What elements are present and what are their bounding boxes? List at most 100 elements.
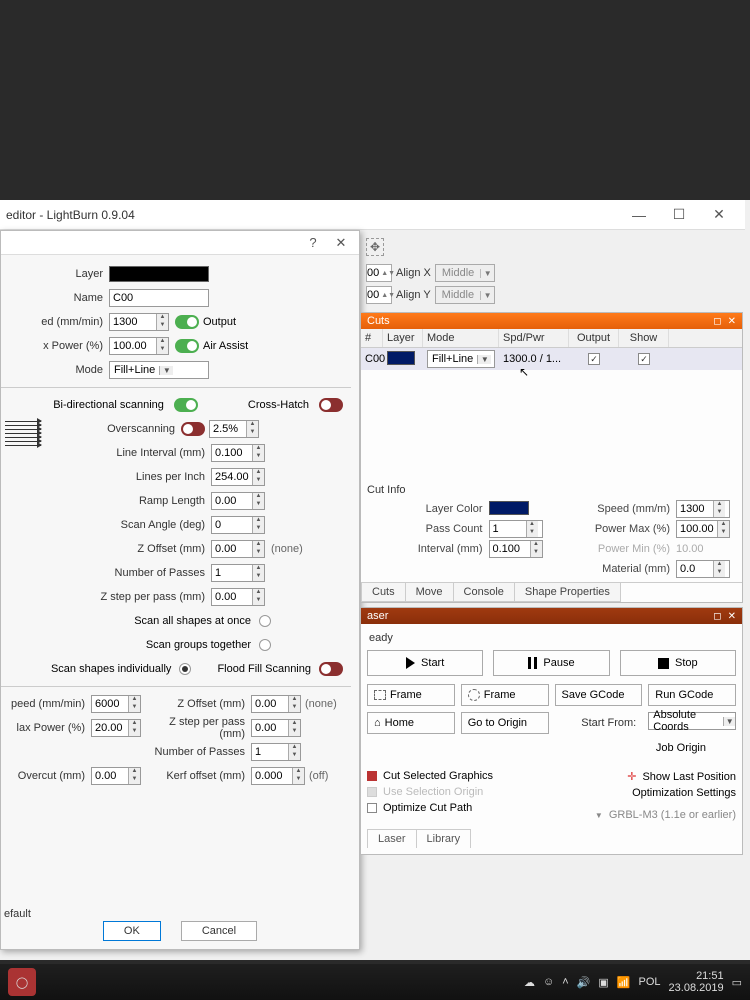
job-origin-button[interactable]: Job Origin <box>656 742 706 754</box>
maximize-button[interactable]: ☐ <box>659 206 699 223</box>
ci-interval-input[interactable]: ▲▼ <box>489 540 543 558</box>
lpi-input[interactable]: ▲▼ <box>211 468 265 486</box>
tray-notifications-icon[interactable]: ▭ <box>732 976 742 989</box>
ramp-label: Ramp Length <box>1 495 211 507</box>
overcut-input[interactable]: ▲▼ <box>91 767 141 785</box>
lpi-label: Lines per Inch <box>1 471 211 483</box>
tab-shape-properties[interactable]: Shape Properties <box>514 583 621 602</box>
ci-pmax-input[interactable]: ▲▼ <box>676 520 730 538</box>
frame-circle-button[interactable]: Frame <box>461 684 549 706</box>
ci-pass-input[interactable]: ▲▼ <box>489 520 543 538</box>
cuts-panel-header: Cuts ◻ ✕ <box>361 313 742 329</box>
dialog-help-button[interactable]: ? <box>299 235 327 250</box>
name-label: Name <box>1 292 109 304</box>
tab-move[interactable]: Move <box>405 583 454 602</box>
tray-user-icon[interactable]: ☺ <box>543 976 554 988</box>
aligny-num[interactable]: 00▲▼ <box>366 286 392 304</box>
kerf-input[interactable]: ▲▼ <box>251 767 305 785</box>
panel-float-icon[interactable]: ◻ <box>713 611 721 622</box>
pause-button[interactable]: Pause <box>493 650 609 676</box>
startfrom-combo[interactable]: Absolute Coords▼ <box>648 712 736 730</box>
ramp-input[interactable]: ▲▼ <box>211 492 265 510</box>
cuts-row[interactable]: C00 Fill+Line▼ 1300.0 / 1... ↖ <box>361 348 742 370</box>
tray-cloud-icon[interactable]: ☁ <box>524 976 535 989</box>
tray-wifi-icon[interactable]: 📶 <box>617 976 631 989</box>
tray-chevron-up-icon[interactable]: ˄ <box>562 976 568 988</box>
zoffset-input[interactable]: ▲▼ <box>211 540 265 558</box>
tray-clock[interactable]: 21:51 23.08.2019 <box>669 970 724 994</box>
airassist-toggle[interactable] <box>175 339 199 353</box>
panel-close-icon[interactable]: ✕ <box>728 611 736 622</box>
layer-label: Layer <box>1 268 109 280</box>
optpath-checkbox[interactable] <box>367 803 377 813</box>
output-toggle[interactable] <box>175 315 199 329</box>
zstep2-input[interactable]: ▲▼ <box>251 719 301 737</box>
speed-input[interactable]: ▲▼ <box>109 313 169 331</box>
speed2-label: peed (mm/min) <box>1 698 91 710</box>
tab-laser[interactable]: Laser <box>367 829 417 848</box>
goto-origin-button[interactable]: Go to Origin <box>461 712 549 734</box>
floodfill-toggle[interactable] <box>319 662 343 676</box>
row-output-checkbox[interactable] <box>588 353 600 365</box>
passes2-input[interactable]: ▲▼ <box>251 743 301 761</box>
dialog-close-button[interactable]: ✕ <box>327 235 355 251</box>
name-input[interactable] <box>109 289 209 307</box>
tab-library[interactable]: Library <box>416 829 472 848</box>
overscan-toggle[interactable] <box>181 422 205 436</box>
lineinterval-input[interactable]: ▲▼ <box>211 444 265 462</box>
close-button[interactable]: ✕ <box>699 206 739 223</box>
kerf-label: Kerf offset (mm) <box>141 770 251 782</box>
power2-input[interactable]: ▲▼ <box>91 719 141 737</box>
passes-input[interactable]: ▲▼ <box>211 564 265 582</box>
maxpower-input[interactable]: ▲▼ <box>109 337 169 355</box>
cutsel-checkbox[interactable] <box>367 771 377 781</box>
panel-close-icon[interactable]: ✕ <box>728 316 736 327</box>
alignx-num[interactable]: 00▲▼ <box>366 264 392 282</box>
home-button[interactable]: ⌂ Home <box>367 712 455 734</box>
lineinterval-label: Line Interval (mm) <box>1 447 211 459</box>
device-label: GRBL-M3 (1.1e or earlier) <box>609 809 736 821</box>
aligny-combo[interactable]: Middle▼ <box>435 286 495 304</box>
ok-button[interactable]: OK <box>103 921 161 941</box>
showlast-button[interactable]: Show Last Position <box>642 771 736 783</box>
scangroups-radio[interactable] <box>259 639 271 651</box>
ci-speed-input[interactable]: ▲▼ <box>676 500 730 518</box>
panel-float-icon[interactable]: ◻ <box>713 316 721 327</box>
overscan-input[interactable]: ▲▼ <box>209 420 259 438</box>
alignx-combo[interactable]: Middle▼ <box>435 264 495 282</box>
stop-button[interactable]: Stop <box>620 650 736 676</box>
tray-battery-icon[interactable]: ▣ <box>598 976 608 989</box>
start-button[interactable]: Start <box>367 650 483 676</box>
tray-language[interactable]: POL <box>639 976 661 988</box>
speed2-input[interactable]: ▲▼ <box>91 695 141 713</box>
bidir-toggle[interactable] <box>174 398 198 412</box>
tab-console[interactable]: Console <box>453 583 515 602</box>
floodfill-label: Flood Fill Scanning <box>217 663 311 675</box>
cancel-button[interactable]: Cancel <box>181 921 257 941</box>
optset-button[interactable]: Optimization Settings <box>632 787 736 799</box>
tray-volume-icon[interactable]: 🔊 <box>577 976 591 989</box>
taskbar-app-icon[interactable]: ◯ <box>8 968 36 996</box>
scanall-label: Scan all shapes at once <box>134 615 251 627</box>
mode-combo[interactable]: Fill+Line▼ <box>109 361 209 379</box>
defaults-link[interactable]: efault <box>4 908 31 920</box>
angle-input[interactable]: ▲▼ <box>211 516 265 534</box>
zoff2-input[interactable]: ▲▼ <box>251 695 301 713</box>
scanall-radio[interactable] <box>259 615 271 627</box>
minimize-button[interactable]: — <box>619 207 659 223</box>
crosshatch-toggle[interactable] <box>319 398 343 412</box>
laser-panel-header: aser ◻ ✕ <box>361 608 742 624</box>
save-gcode-button[interactable]: Save GCode <box>555 684 643 706</box>
run-gcode-button[interactable]: Run GCode <box>648 684 736 706</box>
ci-material-input[interactable]: ▲▼ <box>676 560 730 578</box>
frame-button[interactable]: Frame <box>367 684 455 706</box>
tab-cuts[interactable]: Cuts <box>361 583 406 602</box>
speed-label: ed (mm/min) <box>1 316 109 328</box>
row-show-checkbox[interactable] <box>638 353 650 365</box>
crosshatch-label: Cross-Hatch <box>248 399 309 411</box>
row-mode-combo[interactable]: Fill+Line▼ <box>427 350 495 368</box>
move-tool-icon[interactable]: ✥ <box>366 238 384 256</box>
scanindiv-radio[interactable] <box>179 663 191 675</box>
ci-layer-swatch <box>489 501 529 515</box>
zstep-input[interactable]: ▲▼ <box>211 588 265 606</box>
